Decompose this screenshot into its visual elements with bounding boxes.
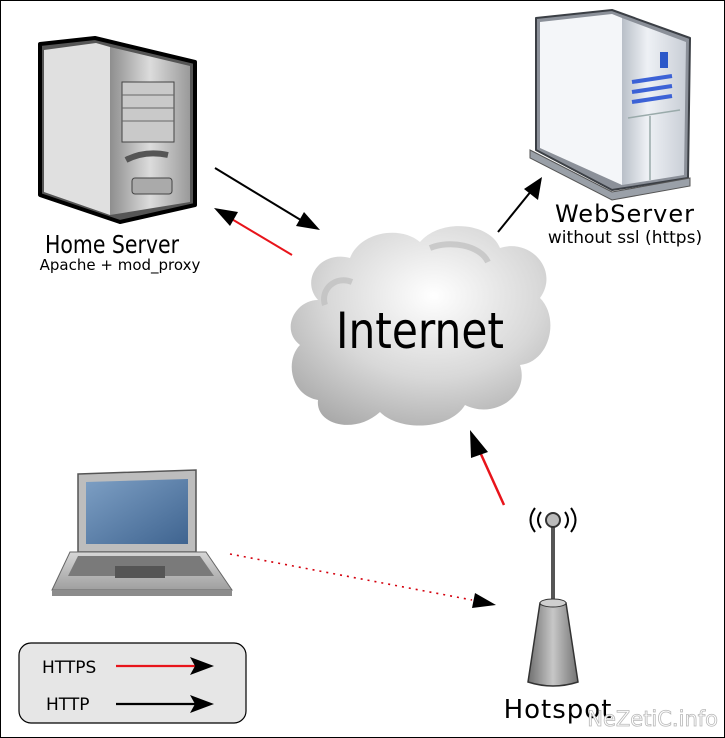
internet-label: Internet: [336, 302, 504, 360]
legend: HTTPS HTTP: [18, 642, 247, 724]
legend-http-label: HTTP: [46, 695, 90, 715]
home-server-title: Home Server: [45, 230, 180, 259]
webserver-title: WebServer: [555, 200, 695, 228]
watermark-text: NeZetiC.info: [587, 707, 718, 731]
home-server-subtitle: Apache + mod_proxy: [40, 256, 201, 275]
webserver-subtitle: without ssl (https): [548, 228, 702, 248]
tower-server-icon: [38, 36, 197, 224]
network-diagram: Home Server Apache + mod_proxy WebServer…: [0, 0, 725, 738]
legend-https-label: HTTPS: [42, 658, 96, 678]
